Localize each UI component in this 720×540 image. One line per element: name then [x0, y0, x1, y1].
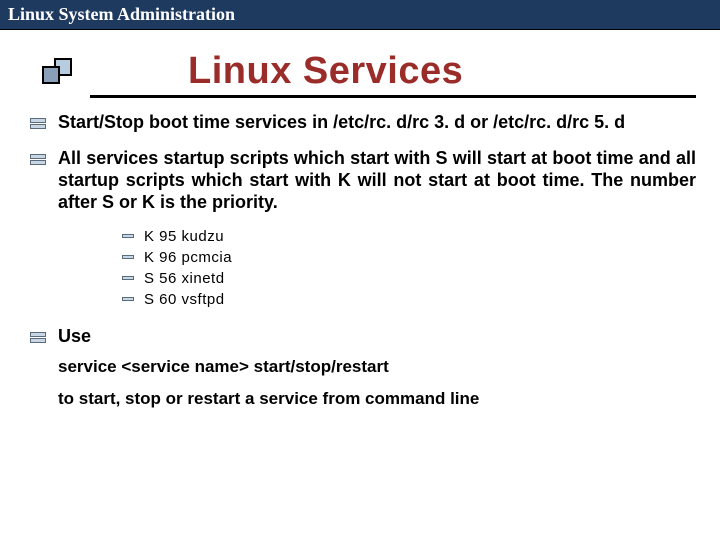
sub-bullet-icon	[122, 234, 134, 238]
header-title: Linux System Administration	[8, 4, 235, 24]
bullet-item: All services startup scripts which start…	[24, 148, 696, 214]
sub-item: S 60 vsftpd	[122, 291, 696, 308]
bullet-item-use: Use	[24, 326, 696, 348]
sub-text: K 95 kudzu	[144, 228, 224, 245]
bullet-text: Use	[58, 326, 696, 348]
sub-item: K 96 pcmcia	[122, 249, 696, 266]
bullet-icon	[30, 154, 46, 166]
bullet-text: Start/Stop boot time services in /etc/rc…	[58, 112, 696, 134]
sub-list: K 95 kudzu K 96 pcmcia S 56 xinetd S 60 …	[122, 228, 696, 308]
sub-bullet-icon	[122, 297, 134, 301]
sub-item: S 56 xinetd	[122, 270, 696, 287]
sub-text: S 56 xinetd	[144, 270, 225, 287]
bullet-text: All services startup scripts which start…	[58, 148, 696, 214]
header-bar: Linux System Administration	[0, 0, 720, 30]
use-command: service <service name> start/stop/restar…	[58, 356, 696, 378]
slide-content: Start/Stop boot time services in /etc/rc…	[0, 98, 720, 410]
sub-text: S 60 vsftpd	[144, 291, 225, 308]
bullet-icon	[30, 118, 46, 130]
sub-bullet-icon	[122, 255, 134, 259]
slide-title: Linux Services	[188, 50, 463, 93]
bullet-icon	[30, 332, 46, 344]
sub-text: K 96 pcmcia	[144, 249, 232, 266]
sub-bullet-icon	[122, 276, 134, 280]
sub-item: K 95 kudzu	[122, 228, 696, 245]
bullet-item: Start/Stop boot time services in /etc/rc…	[24, 112, 696, 134]
title-decor-icon	[26, 52, 88, 92]
title-row: Linux Services	[0, 50, 720, 93]
use-description: to start, stop or restart a service from…	[58, 388, 696, 410]
